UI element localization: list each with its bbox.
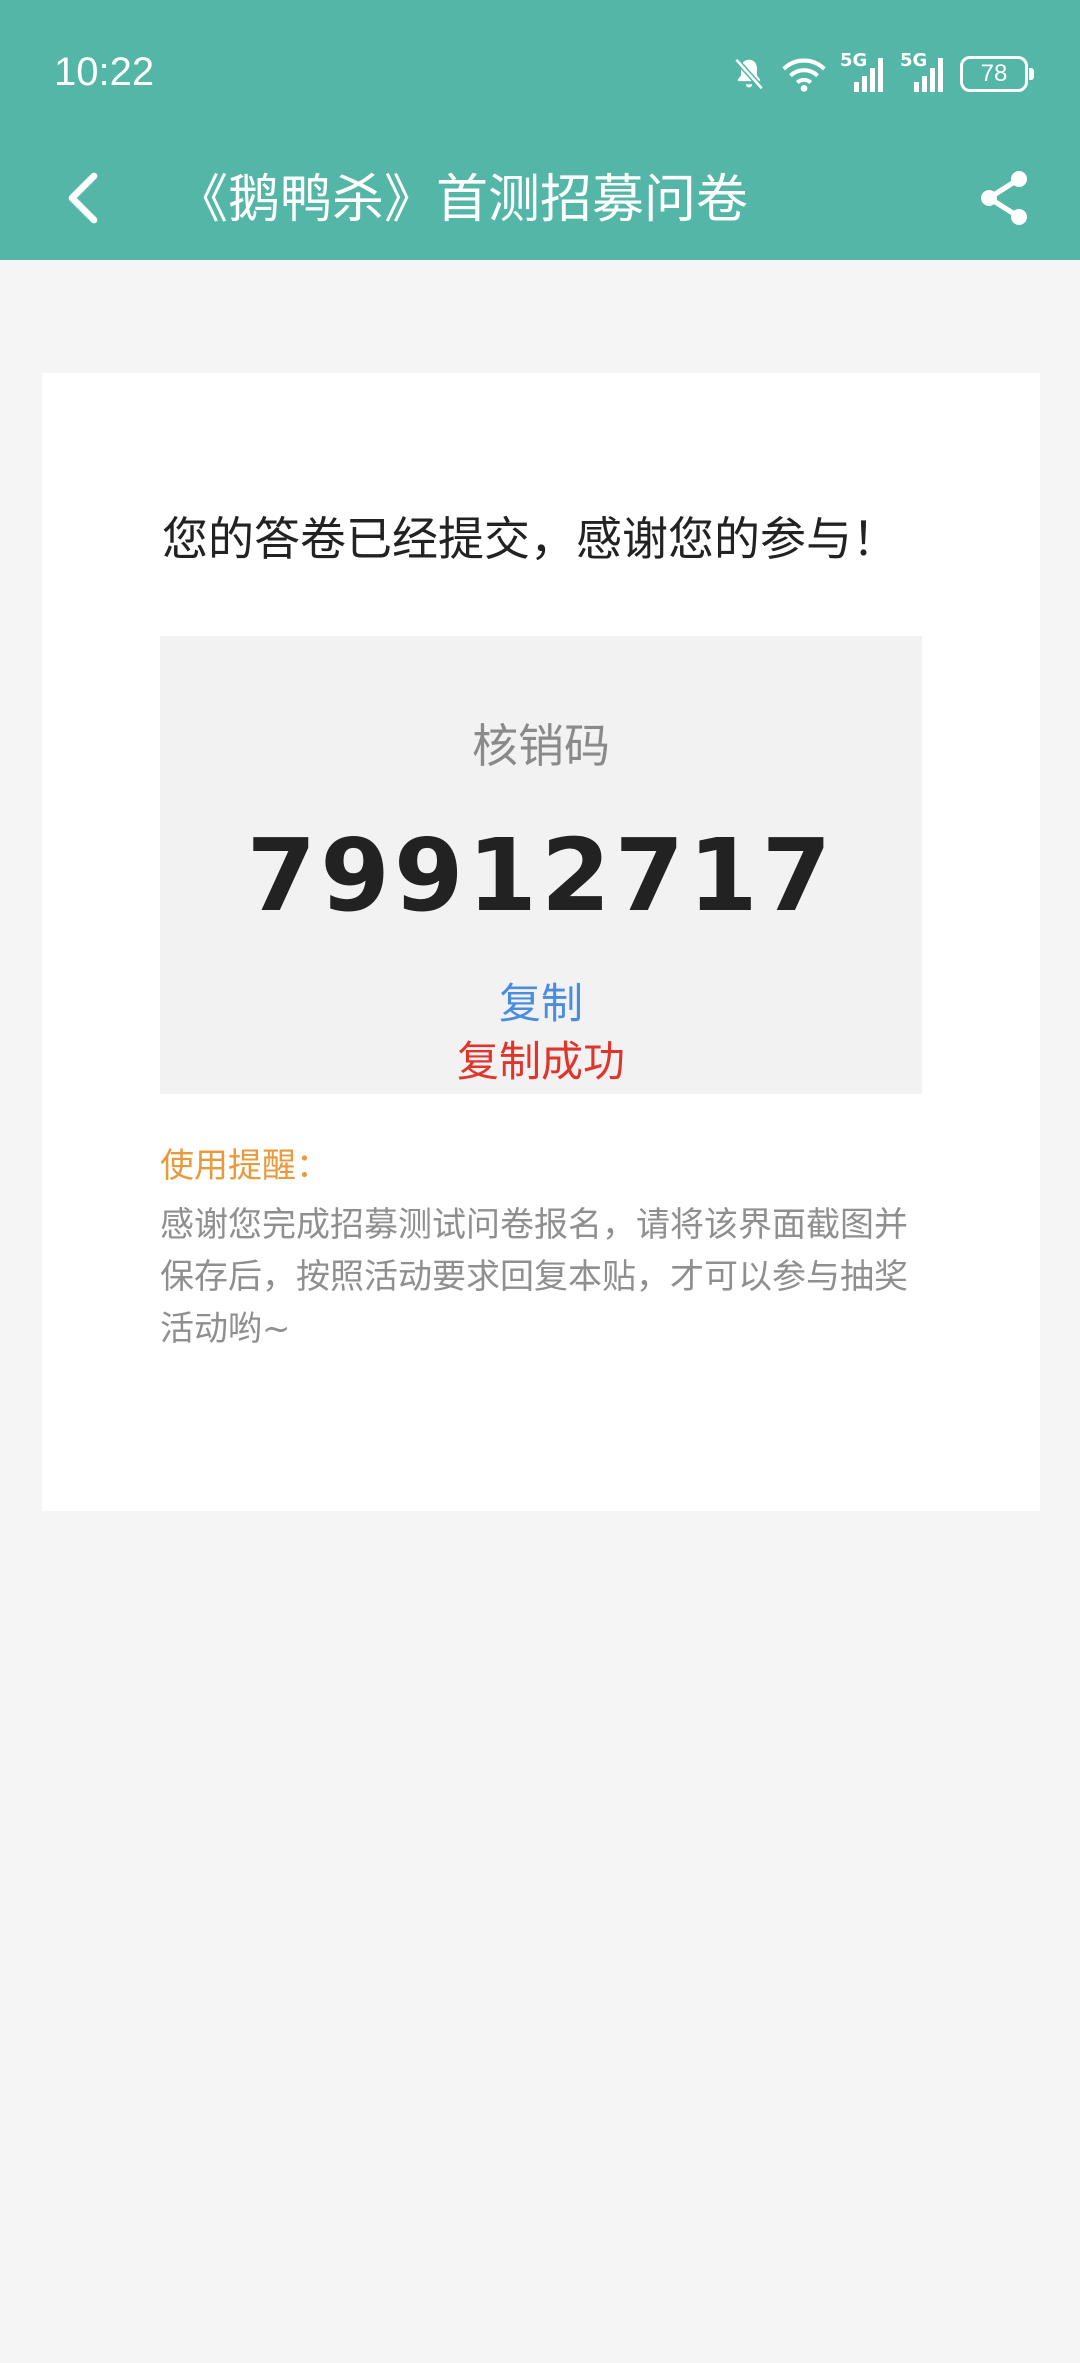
submit-success-message: 您的答卷已经提交，感谢您的参与！ [162, 512, 898, 566]
status-time: 10:22 [54, 50, 155, 94]
copy-button[interactable]: 复制 [160, 976, 922, 1032]
page-title: 《鹅鸭杀》首测招募问卷 [176, 170, 749, 230]
status-bar: 10:22 5G 5G 78 [0, 0, 1080, 140]
share-button[interactable] [962, 158, 1046, 242]
share-icon [977, 169, 1031, 231]
copy-success-text: 复制成功 [456, 1037, 625, 1086]
signal-5g-icon: 5G [840, 50, 886, 94]
battery-level: 78 [980, 60, 1008, 87]
back-button[interactable] [44, 160, 124, 240]
back-chevron-icon [64, 170, 104, 230]
reminder-text: 感谢您完成招募测试问卷报名，请将该界面截图并保存后，按照活动要求回复本贴，才可以… [160, 1205, 908, 1349]
nav-bar: 《鹅鸭杀》首测招募问卷 [0, 140, 1080, 260]
app-header: 10:22 5G 5G 78 《鹅鸭杀》首测招募问卷 [0, 0, 1080, 260]
code-label: 核销码 [472, 719, 610, 773]
verification-code-box: 核销码 79912717 复制 复制成功 [160, 636, 922, 1094]
bell-off-icon [730, 55, 768, 93]
status-icons: 5G 5G 78 [730, 50, 1034, 98]
wifi-icon [782, 55, 826, 93]
signal-5g-label: 5G [840, 50, 868, 71]
result-card: 您的答卷已经提交，感谢您的参与！ 核销码 79912717 复制 复制成功 使用… [42, 373, 1040, 1511]
verification-code: 79912717 [246, 817, 836, 934]
signal-5g-icon-2: 5G [900, 50, 946, 94]
signal-5g-label-2: 5G [900, 50, 928, 71]
battery-icon: 78 [960, 56, 1034, 92]
reminder-title: 使用提醒： [160, 1146, 330, 1186]
